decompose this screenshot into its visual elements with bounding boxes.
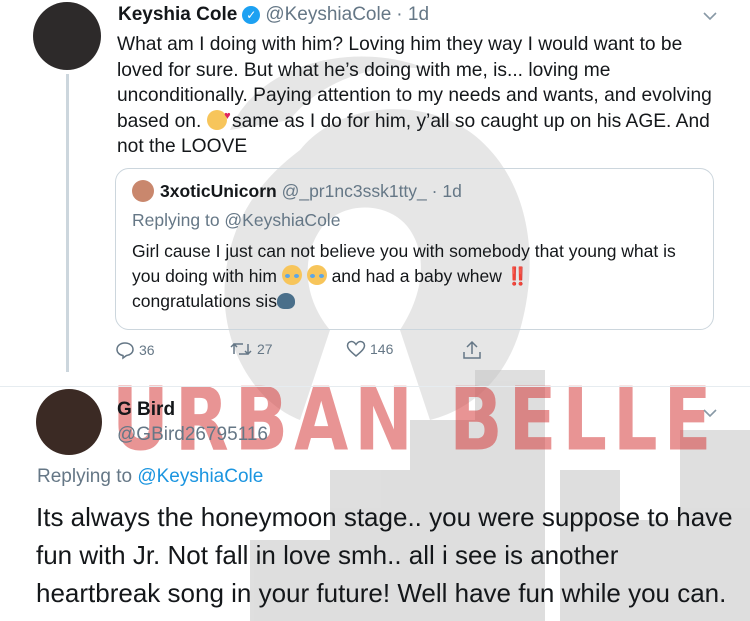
retweet-count: 27: [257, 341, 273, 357]
chevron-down-icon[interactable]: [703, 8, 717, 21]
quoted-tweet-header: 3xoticUnicorn @_pr1nc3ssk1tty_ · 1d: [160, 181, 462, 202]
watermark-text: URBAN BELLE: [112, 368, 718, 471]
tears-of-joy-emoji-icon: [306, 265, 327, 285]
tweet-actions: 36 27 146: [115, 340, 495, 362]
tweet-text-part: congratulations sis: [132, 291, 277, 311]
double-exclamation-emoji-icon: ‼️: [506, 266, 529, 286]
like-button[interactable]: 146: [346, 340, 393, 358]
avatar[interactable]: [132, 180, 154, 202]
reply-button[interactable]: 36: [115, 340, 155, 360]
retweet-button[interactable]: 27: [229, 340, 273, 358]
share-icon: [463, 340, 481, 359]
tweet-text-part: same as I do for him, y’all so caught up…: [117, 110, 710, 158]
retweet-icon: [230, 342, 252, 356]
username[interactable]: @GBird26795116: [117, 424, 268, 446]
avatar[interactable]: [33, 2, 101, 70]
smiling-face-hearts-emoji-icon: [206, 104, 231, 130]
heart-icon: [346, 340, 366, 357]
divider: [0, 386, 750, 387]
tweet-text: Its always the honeymoon stage.. you wer…: [36, 502, 733, 608]
replying-to-label: Replying to: [37, 466, 138, 487]
tweet-header: Keyshia Cole ✓ @KeyshiaCole · 1d: [118, 4, 429, 26]
replying-to: Replying to @KeyshiaCole: [132, 210, 341, 230]
quoted-tweet-text: Girl cause I just can not believe you wi…: [132, 239, 702, 314]
share-button[interactable]: [462, 340, 482, 360]
timestamp[interactable]: · 1d: [432, 181, 462, 201]
chevron-down-icon[interactable]: [703, 405, 717, 418]
replying-to: Replying to @KeyshiaCole: [37, 466, 263, 488]
timestamp[interactable]: · 1d: [396, 4, 429, 26]
thread-line: [66, 74, 69, 372]
reply-count: 36: [139, 342, 155, 358]
display-name[interactable]: G Bird: [117, 399, 175, 421]
username[interactable]: @KeyshiaCole: [265, 4, 391, 26]
display-name[interactable]: 3xoticUnicorn: [160, 181, 277, 201]
tweet-text-part: and had a baby whew: [331, 266, 502, 286]
speaking-head-emoji-icon: [276, 293, 295, 309]
reply-icon: [116, 342, 134, 360]
tears-of-joy-emoji-icon: [281, 265, 302, 285]
avatar[interactable]: [36, 389, 102, 455]
replying-to-link[interactable]: @KeyshiaCole: [137, 466, 263, 487]
display-name[interactable]: Keyshia Cole: [118, 4, 237, 26]
verified-badge-icon: ✓: [242, 6, 261, 24]
username[interactable]: @_pr1nc3ssk1tty_: [282, 181, 427, 201]
quoted-tweet[interactable]: 3xoticUnicorn @_pr1nc3ssk1tty_ · 1d Repl…: [115, 168, 714, 330]
like-count: 146: [370, 341, 394, 357]
tweet-text: What am I doing with him? Loving him the…: [117, 32, 717, 160]
